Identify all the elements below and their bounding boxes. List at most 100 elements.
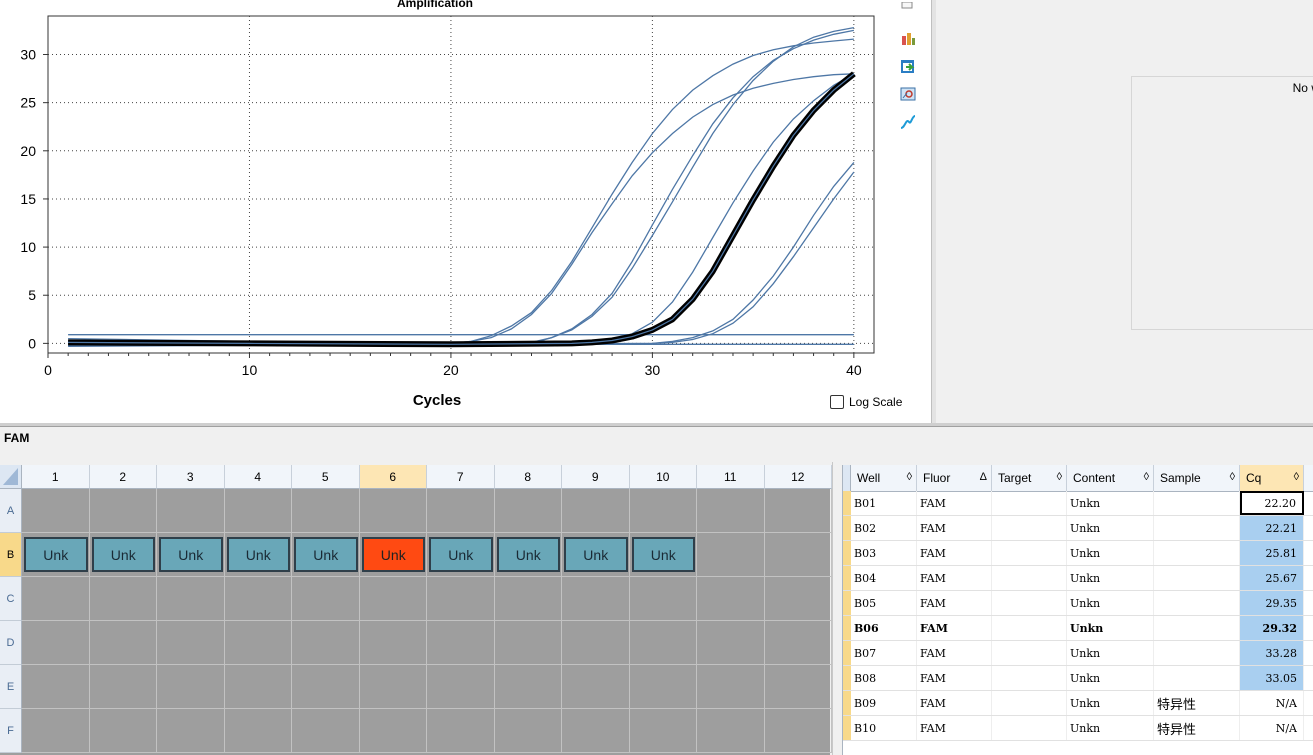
plate-well-B6[interactable]: Unk (361, 537, 425, 572)
plate-cell[interactable] (157, 489, 225, 533)
sort-icon[interactable]: ◊ (1144, 471, 1149, 483)
plate-cell[interactable] (157, 709, 225, 753)
plate-well-B3[interactable]: Unk (159, 537, 223, 572)
curve-icon[interactable] (898, 112, 918, 132)
plate-cell[interactable] (359, 621, 427, 665)
plate-cell[interactable] (22, 489, 90, 533)
plate-cell[interactable] (697, 489, 765, 533)
plate-cell[interactable] (224, 709, 292, 753)
plate-cell[interactable] (359, 577, 427, 621)
plate-column-header-1[interactable]: 1 (22, 465, 90, 489)
sort-icon[interactable]: ◊ (1294, 471, 1299, 483)
plate-cell[interactable] (427, 489, 495, 533)
row-marker[interactable] (843, 516, 851, 540)
plate-cell[interactable] (764, 489, 832, 533)
plate-well-B4[interactable]: Unk (226, 537, 290, 572)
plate-cell[interactable] (292, 665, 360, 709)
plate-cell[interactable] (89, 577, 157, 621)
plate-cell[interactable] (764, 533, 832, 577)
horizontal-splitter[interactable] (0, 423, 1313, 427)
table-row[interactable]: B01 FAM Unkn 22.20 (843, 491, 1313, 516)
plate-cell[interactable] (629, 489, 697, 533)
plate-cell[interactable] (157, 577, 225, 621)
row-marker[interactable] (843, 566, 851, 590)
plate-column-header-7[interactable]: 7 (427, 465, 495, 489)
plate-well-B10[interactable]: Unk (631, 537, 695, 572)
plate-cell[interactable] (22, 621, 90, 665)
plate-well-B7[interactable]: Unk (429, 537, 493, 572)
plate-cell[interactable] (494, 621, 562, 665)
plate-cell[interactable] (427, 621, 495, 665)
plate-cell[interactable] (22, 665, 90, 709)
plate-well-B1[interactable]: Unk (24, 537, 88, 572)
plate-cell[interactable] (89, 665, 157, 709)
plate-cell[interactable] (697, 665, 765, 709)
plate-cell[interactable] (427, 577, 495, 621)
export-icon[interactable] (898, 56, 918, 76)
table-row[interactable]: B10 FAM Unkn 特异性 N/A (843, 716, 1313, 741)
plate-cell[interactable] (562, 489, 630, 533)
chart-settings-icon[interactable] (898, 28, 918, 48)
plate-column-header-10[interactable]: 10 (629, 465, 697, 489)
plate-cell[interactable] (697, 533, 765, 577)
plate-cell[interactable] (359, 489, 427, 533)
log-scale-checkbox[interactable] (830, 395, 844, 409)
column-header-target[interactable]: Target ◊ (992, 465, 1067, 491)
plate-cell[interactable] (494, 489, 562, 533)
plate-column-header-5[interactable]: 5 (292, 465, 360, 489)
zoom-chart-icon[interactable] (898, 84, 918, 104)
table-row[interactable]: B06 FAM Unkn 29.32 (843, 616, 1313, 641)
plate-row-header-E[interactable]: E (0, 665, 22, 709)
plate-cell[interactable] (764, 621, 832, 665)
plate-cell[interactable] (764, 577, 832, 621)
plate-cell[interactable] (629, 709, 697, 753)
plate-cell[interactable] (292, 621, 360, 665)
plate-cell[interactable] (494, 665, 562, 709)
sort-icon[interactable]: ◊ (1230, 471, 1235, 483)
table-row[interactable]: B09 FAM Unkn 特异性 N/A (843, 691, 1313, 716)
plate-cell[interactable] (22, 577, 90, 621)
plate-cell[interactable] (629, 665, 697, 709)
plate-cell[interactable] (224, 577, 292, 621)
column-header-well[interactable]: Well ◊ (851, 465, 917, 491)
plate-column-header-4[interactable]: 4 (224, 465, 292, 489)
plate-cell[interactable] (89, 621, 157, 665)
plate-column-header-2[interactable]: 2 (89, 465, 157, 489)
plate-column-header-6[interactable]: 6 (359, 465, 427, 489)
plate-cell[interactable] (292, 577, 360, 621)
sort-icon[interactable]: ◊ (1057, 471, 1062, 483)
log-scale-toggle[interactable]: Log Scale (830, 395, 902, 409)
row-marker[interactable] (843, 616, 851, 640)
column-header-content[interactable]: Content ◊ (1067, 465, 1154, 491)
table-row[interactable]: B03 FAM Unkn 25.81 (843, 541, 1313, 566)
plate-well-B8[interactable]: Unk (496, 537, 560, 572)
table-row[interactable]: B07 FAM Unkn 33.28 (843, 641, 1313, 666)
plate-cell[interactable] (629, 577, 697, 621)
plate-cell[interactable] (562, 621, 630, 665)
plate-cell[interactable] (224, 489, 292, 533)
column-header-fluor[interactable]: Fluor Δ (917, 465, 992, 491)
plate-cell[interactable] (427, 709, 495, 753)
table-row[interactable]: B08 FAM Unkn 33.05 (843, 666, 1313, 691)
row-marker[interactable] (843, 491, 851, 515)
plate-row-header-D[interactable]: D (0, 621, 22, 665)
plate-cell[interactable] (89, 709, 157, 753)
plate-cell[interactable] (562, 709, 630, 753)
row-marker[interactable] (843, 691, 851, 715)
plate-cell[interactable] (562, 665, 630, 709)
plate-column-header-3[interactable]: 3 (157, 465, 225, 489)
plate-row-header-C[interactable]: C (0, 577, 22, 621)
plate-cell[interactable] (562, 577, 630, 621)
plate-cell[interactable] (157, 665, 225, 709)
plate-cell[interactable] (494, 709, 562, 753)
plate-cell[interactable] (427, 665, 495, 709)
plate-cell[interactable] (359, 665, 427, 709)
plate-cell[interactable] (157, 621, 225, 665)
plate-cell[interactable] (764, 709, 832, 753)
plate-cell[interactable] (697, 577, 765, 621)
row-marker[interactable] (843, 641, 851, 665)
plate-cell[interactable] (292, 709, 360, 753)
plate-cell[interactable] (292, 489, 360, 533)
chart-svg[interactable]: 0 10 20 30 40 0 5 10 15 20 25 30 Cycles (0, 0, 880, 423)
plate-cell[interactable] (629, 621, 697, 665)
